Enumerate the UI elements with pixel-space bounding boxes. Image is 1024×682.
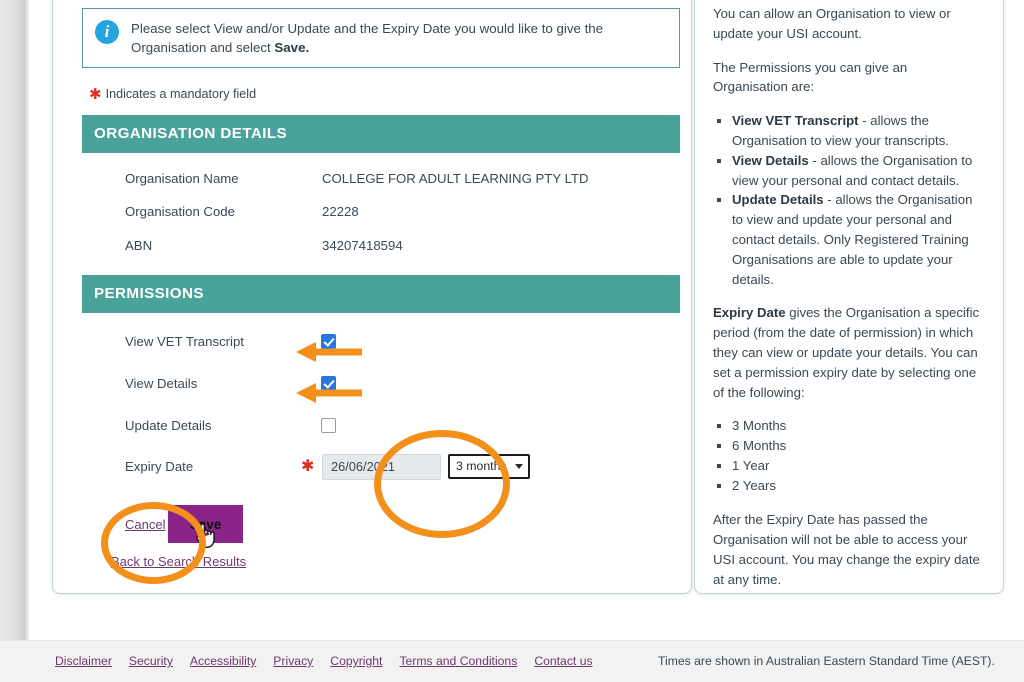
- page-content: i Please select View and/or Update and t…: [32, 0, 1024, 640]
- expiry-date-input[interactable]: 26/06/2021: [322, 453, 441, 480]
- footer-link-security[interactable]: Security: [129, 654, 173, 668]
- chevron-down-icon: [515, 464, 523, 469]
- update-details-checkbox[interactable]: [321, 418, 336, 433]
- field-row-update-details: Update Details: [53, 409, 693, 442]
- abn-label: ABN: [125, 238, 153, 253]
- expiry-period-select[interactable]: 3 months: [448, 454, 530, 479]
- field-row-organisation-code: Organisation Code 22228: [53, 195, 693, 228]
- help-term-update-details: Update Details: [732, 192, 824, 208]
- organisation-details-header: ORGANISATION DETAILS: [82, 115, 680, 153]
- view-vet-transcript-label: View VET Transcript: [125, 334, 244, 349]
- field-row-abn: ABN 34207418594: [53, 229, 693, 262]
- help-permission-item-view-vet-transcript: View VET Transcript - allows the Organis…: [717, 111, 981, 151]
- view-details-checkbox[interactable]: [321, 376, 336, 391]
- help-paragraph-permissions-lead: The Permissions you can give an Organisa…: [713, 59, 908, 95]
- expiry-date-required-asterisk-icon: ✱: [301, 457, 315, 475]
- abn-value: 34207418594: [322, 238, 403, 253]
- organisation-permission-form-panel: i Please select View and/or Update and t…: [52, 0, 692, 594]
- help-expiry-option-6-months: 6 Months: [717, 436, 981, 456]
- field-row-organisation-name: Organisation Name COLLEGE FOR ADULT LEAR…: [53, 162, 693, 195]
- info-circle-icon: i: [95, 20, 119, 44]
- help-expiry-option-2-years: 2 Years: [717, 476, 981, 496]
- help-expiry-option-3-months: 3 Months: [717, 416, 981, 436]
- help-paragraph-after-expiry: After the Expiry Date has passed the Org…: [713, 512, 980, 587]
- browser-viewport: i Please select View and/or Update and t…: [0, 0, 1024, 682]
- save-button[interactable]: Save: [168, 505, 243, 543]
- organisation-name-value: COLLEGE FOR ADULT LEARNING PTY LTD: [322, 171, 589, 186]
- expiry-period-selected-value: 3 months: [456, 459, 507, 473]
- help-term-view-details: View Details: [732, 152, 809, 168]
- footer-link-list: Disclaimer Security Accessibility Privac…: [55, 654, 593, 668]
- footer-link-terms-and-conditions[interactable]: Terms and Conditions: [399, 654, 517, 668]
- view-details-label: View Details: [125, 376, 198, 391]
- help-expiry-options-list: 3 Months 6 Months 1 Year 2 Years: [713, 416, 981, 496]
- footer-timezone-note: Times are shown in Australian Eastern St…: [658, 654, 995, 668]
- help-term-expiry-date: Expiry Date: [713, 305, 786, 321]
- help-paragraph-expiry: Expiry Date gives the Organisation a spe…: [713, 303, 981, 402]
- help-term-view-vet-transcript: View VET Transcript: [732, 113, 859, 129]
- view-vet-transcript-checkbox[interactable]: [321, 334, 336, 349]
- info-message-emphasis: Save.: [274, 40, 310, 55]
- expiry-date-label: Expiry Date: [125, 459, 194, 474]
- cancel-link[interactable]: Cancel: [125, 517, 165, 532]
- field-row-expiry-date: Expiry Date ✱ 26/06/2021 3 months: [53, 450, 693, 483]
- field-row-view-vet-transcript: View VET Transcript: [53, 325, 693, 358]
- help-information-panel: You can allow an Organisation to view or…: [694, 0, 1004, 594]
- help-paragraph-intro: You can allow an Organisation to view or…: [713, 6, 951, 41]
- organisation-code-label: Organisation Code: [125, 204, 235, 219]
- permissions-header: PERMISSIONS: [82, 275, 680, 313]
- info-message-text: Please select View and/or Update and the…: [131, 19, 667, 57]
- page-left-gutter: [0, 0, 29, 682]
- update-details-label: Update Details: [125, 418, 212, 433]
- asterisk-icon: ✱: [89, 86, 102, 103]
- mandatory-field-note-label: Indicates a mandatory field: [105, 87, 257, 101]
- organisation-name-label: Organisation Name: [125, 171, 239, 186]
- help-permission-item-update-details: Update Details - allows the Organisation…: [717, 190, 981, 289]
- footer-link-accessibility[interactable]: Accessibility: [190, 654, 256, 668]
- footer-link-privacy[interactable]: Privacy: [273, 654, 313, 668]
- help-permission-list: View VET Transcript - allows the Organis…: [713, 111, 981, 289]
- field-row-view-details: View Details: [53, 367, 693, 400]
- organisation-code-value: 22228: [322, 204, 359, 219]
- mandatory-field-note: ✱ Indicates a mandatory field: [89, 86, 257, 103]
- footer-link-contact-us[interactable]: Contact us: [534, 654, 592, 668]
- footer-link-disclaimer[interactable]: Disclaimer: [55, 654, 112, 668]
- info-message-box: i Please select View and/or Update and t…: [82, 8, 680, 68]
- help-permission-item-view-details: View Details - allows the Organisation t…: [717, 151, 981, 191]
- back-to-search-results-link[interactable]: Back to Search Results: [111, 554, 246, 569]
- footer-link-copyright[interactable]: Copyright: [330, 654, 382, 668]
- info-message-lead: Please select View and/or Update and the…: [131, 21, 604, 55]
- page-footer: Disclaimer Security Accessibility Privac…: [0, 640, 1024, 682]
- help-expiry-option-1-year: 1 Year: [717, 456, 981, 476]
